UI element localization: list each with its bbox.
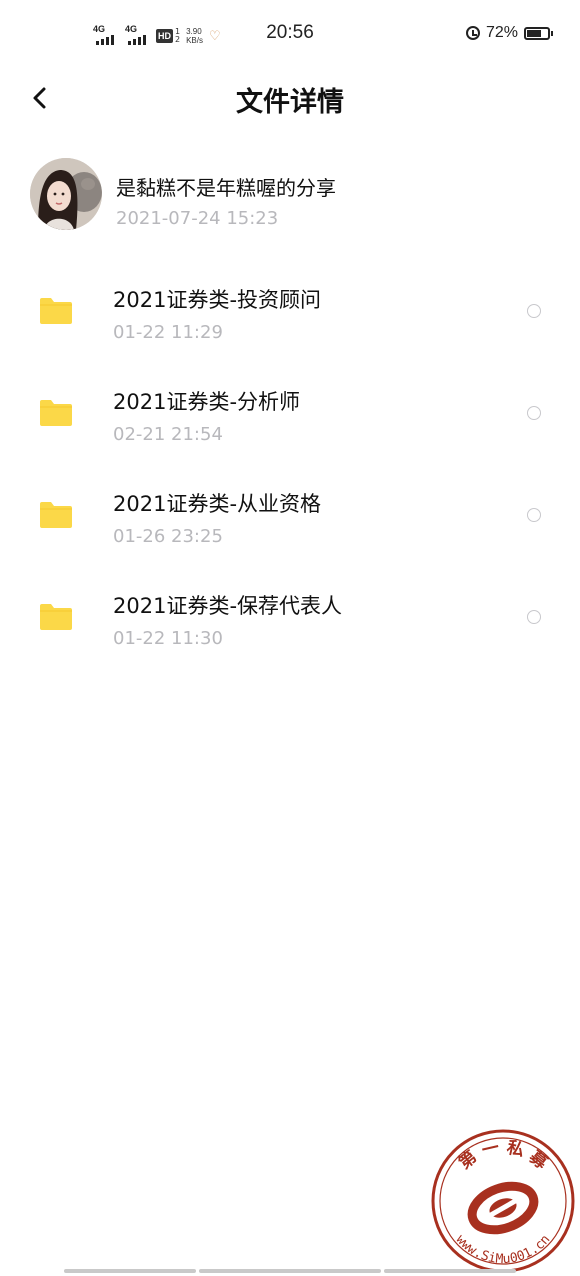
list-item[interactable]: 2021证券类-分析师 02-21 21:54 bbox=[0, 364, 580, 466]
avatar[interactable] bbox=[30, 158, 102, 230]
folder-icon bbox=[40, 502, 72, 528]
battery-percent: 72% bbox=[485, 24, 518, 41]
folder-icon bbox=[40, 298, 72, 324]
select-radio[interactable] bbox=[527, 406, 541, 420]
file-name: 2021证券类-保荐代表人 bbox=[113, 594, 343, 618]
folder-icon bbox=[40, 400, 72, 426]
select-radio[interactable] bbox=[527, 508, 541, 522]
list-item[interactable]: 2021证券类-保荐代表人 01-22 11:30 bbox=[0, 568, 580, 670]
file-time: 01-26 23:25 bbox=[113, 526, 223, 547]
avatar-image bbox=[30, 158, 102, 230]
sharer-info: 是黏糕不是年糕喔的分享 2021-07-24 15:23 bbox=[30, 158, 550, 234]
file-name: 2021证券类-投资顾问 bbox=[113, 288, 322, 312]
file-time: 01-22 11:29 bbox=[113, 322, 223, 343]
app-header: 文件详情 bbox=[0, 70, 580, 126]
folder-icon bbox=[40, 604, 72, 630]
gesture-bar-segment bbox=[199, 1269, 381, 1273]
battery-icon bbox=[524, 26, 553, 40]
gesture-bar-segment bbox=[64, 1269, 196, 1273]
status-bar: 4G 4G HD 1 2 3.90 KB/s ♡ 20:56 72% bbox=[0, 18, 580, 54]
share-datetime: 2021-07-24 15:23 bbox=[116, 208, 279, 229]
gesture-bar-segment bbox=[384, 1269, 516, 1273]
sharer-name: 是黏糕不是年糕喔的分享 bbox=[116, 176, 336, 200]
file-list: 2021证券类-投资顾问 01-22 11:29 2021证券类-分析师 02-… bbox=[0, 262, 580, 670]
file-time: 02-21 21:54 bbox=[113, 424, 223, 445]
select-radio[interactable] bbox=[527, 610, 541, 624]
select-radio[interactable] bbox=[527, 304, 541, 318]
alarm-icon bbox=[465, 26, 480, 40]
watermark-stamp: 第 一 私 募 www.SiMu001.cn bbox=[431, 1129, 575, 1273]
file-time: 01-22 11:30 bbox=[113, 628, 223, 649]
list-item[interactable]: 2021证券类-投资顾问 01-22 11:29 bbox=[0, 262, 580, 364]
file-name: 2021证券类-从业资格 bbox=[113, 492, 322, 516]
list-item[interactable]: 2021证券类-从业资格 01-26 23:25 bbox=[0, 466, 580, 568]
battery-fill bbox=[527, 29, 542, 37]
gesture-bar bbox=[64, 1269, 516, 1273]
file-name: 2021证券类-分析师 bbox=[113, 390, 301, 414]
status-right-group: 72% bbox=[465, 24, 553, 42]
page-title: 文件详情 bbox=[236, 87, 344, 118]
